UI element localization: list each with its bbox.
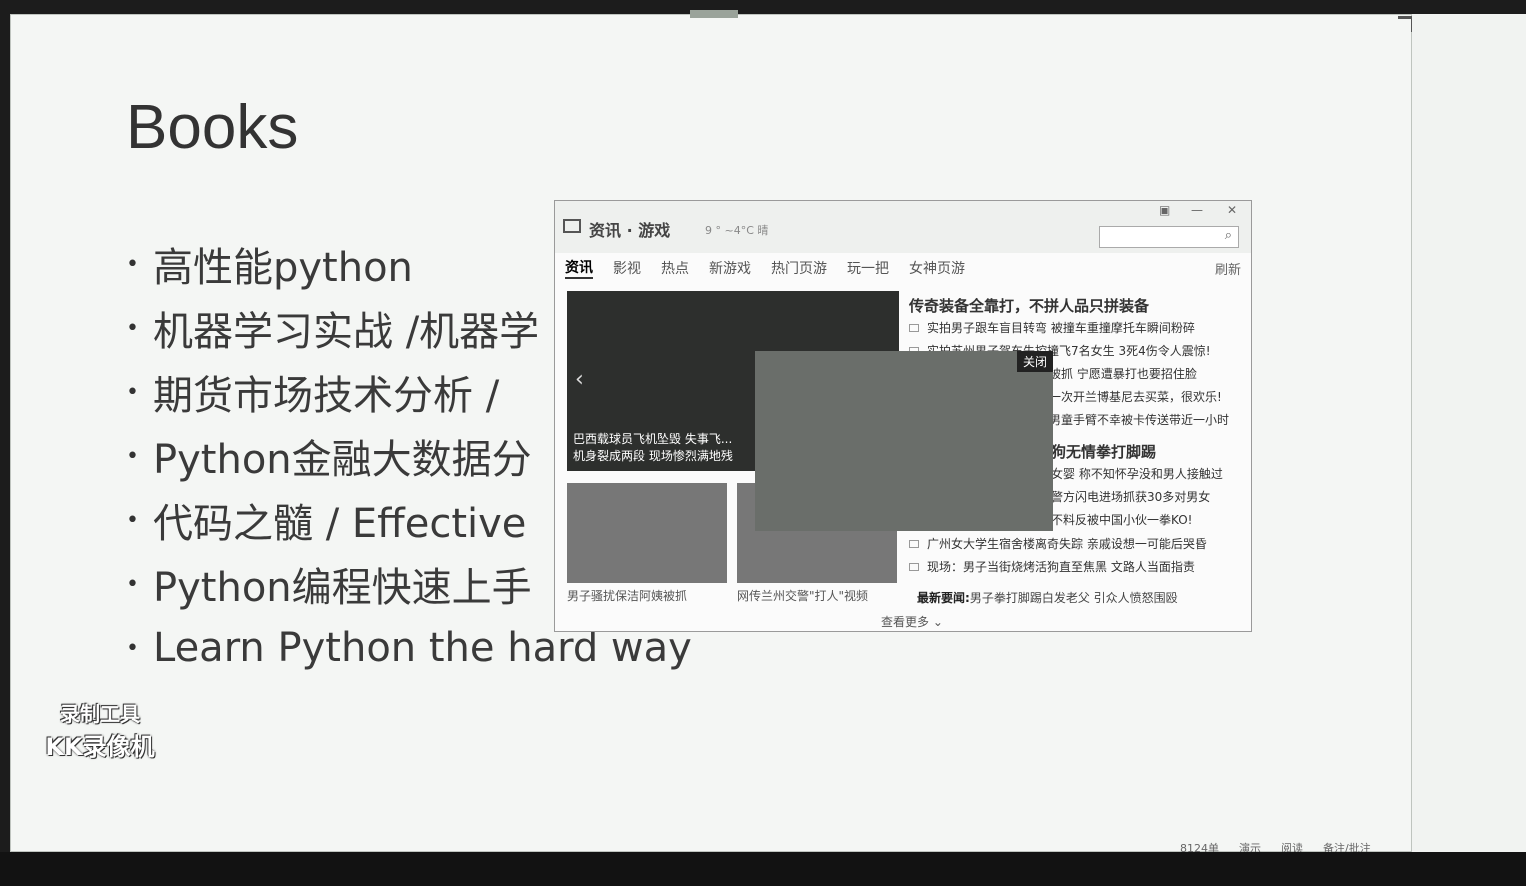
video-icon [909,540,919,548]
news-subheadline[interactable]: 狗无情拳打脚踢 [1051,441,1156,462]
tab-play[interactable]: 玩一把 [847,258,889,278]
thumbnail-caption[interactable]: 男子骚扰保洁阿姨被抓 [567,587,687,604]
weather-text: 9 ° ~4°C 晴 [705,224,769,237]
bullet-dot-icon: • [126,571,139,597]
recorder-watermark: 录制工具 KK录像机 [45,702,155,761]
news-item[interactable]: 女婴 称不知怀孕没和男人接触过 [1051,465,1223,488]
thumbnail-image[interactable] [567,483,727,583]
refresh-button[interactable]: 刷新 [1215,259,1241,278]
slide-title: Books [126,93,299,162]
popup-header: 资讯 · 游戏 9 ° ~4°C 晴 ▣ — ✕ ⌕ [555,201,1251,253]
news-item[interactable]: 实拍男子跟车盲目转弯 被撞车重撞摩托车瞬间粉碎 [909,319,1229,342]
news-item[interactable]: 警方闪电进场抓获30多对男女 [1051,488,1223,511]
news-item[interactable]: 现场：男子当街烧烤活狗直至焦黑 文路人当面指责 [909,558,1207,581]
close-icon[interactable]: ✕ [1227,203,1237,217]
latest-news[interactable]: 最新要闻:男子拳打脚踢白发老父 引众人愤怒围殴 [917,589,1178,606]
video-icon [909,324,919,332]
right-panel [1412,14,1526,852]
bullet-dot-icon: • [126,507,139,533]
chevron-down-icon: ⌄ [929,615,943,629]
tab-hot[interactable]: 热点 [661,258,689,278]
tab-video[interactable]: 影视 [613,258,641,278]
chevron-left-icon[interactable]: ‹ [575,367,584,392]
news-headline[interactable]: 传奇装备全靠打，不拼人品只拼装备 [909,295,1149,316]
bullet-dot-icon: • [126,443,139,469]
tab-new-games[interactable]: 新游戏 [709,258,751,278]
drag-handle[interactable] [690,10,738,18]
news-logo-icon [563,219,581,233]
news-list: 广州女大学生宿舍楼离奇失踪 亲戚设想一可能后哭昏 现场：男子当街烧烤活狗直至焦黑… [909,535,1207,581]
tab-goddess[interactable]: 女神页游 [909,258,965,278]
bullet-dot-icon: • [126,315,139,341]
thumbnail-caption[interactable]: 网传兰州交警"打人"视频 [737,587,868,604]
video-icon [909,563,919,571]
video-ad-overlay[interactable]: 关闭 [755,351,1053,531]
search-icon[interactable]: ⌕ [1225,228,1232,243]
news-item[interactable]: 不料反被中国小伙一拳KO! [1051,511,1223,534]
news-item[interactable]: 广州女大学生宿舍楼离奇失踪 亲戚设想一可能后哭昏 [909,535,1207,558]
popup-brand: 资讯 · 游戏 [589,221,671,240]
ad-close-button[interactable]: 关闭 [1016,351,1053,372]
pin-icon[interactable]: ▣ [1159,203,1170,217]
bullet-dot-icon: • [126,379,139,405]
minimize-icon[interactable]: — [1191,203,1203,217]
bullet-dot-icon: • [126,635,139,661]
feature-caption: 巴西载球员飞机坠毁 失事飞... 机身裂成两段 现场惨烈满地残 [573,432,733,463]
tab-news[interactable]: 资讯 [565,257,593,279]
more-button[interactable]: 查看更多 ⌄ [881,613,943,630]
search-input[interactable]: ⌕ [1099,226,1239,248]
news-popup-window[interactable]: 资讯 · 游戏 9 ° ~4°C 晴 ▣ — ✕ ⌕ 资讯 影视 热点 新游戏 … [554,200,1252,632]
popup-tabs: 资讯 影视 热点 新游戏 热门页游 玩一把 女神页游 [555,253,1251,283]
taskbar [0,852,1526,886]
bullet-dot-icon: • [126,251,139,277]
news-list: 女婴 称不知怀孕没和男人接触过 警方闪电进场抓获30多对男女 不料反被中国小伙一… [1051,465,1223,534]
tab-web-games[interactable]: 热门页游 [771,258,827,278]
